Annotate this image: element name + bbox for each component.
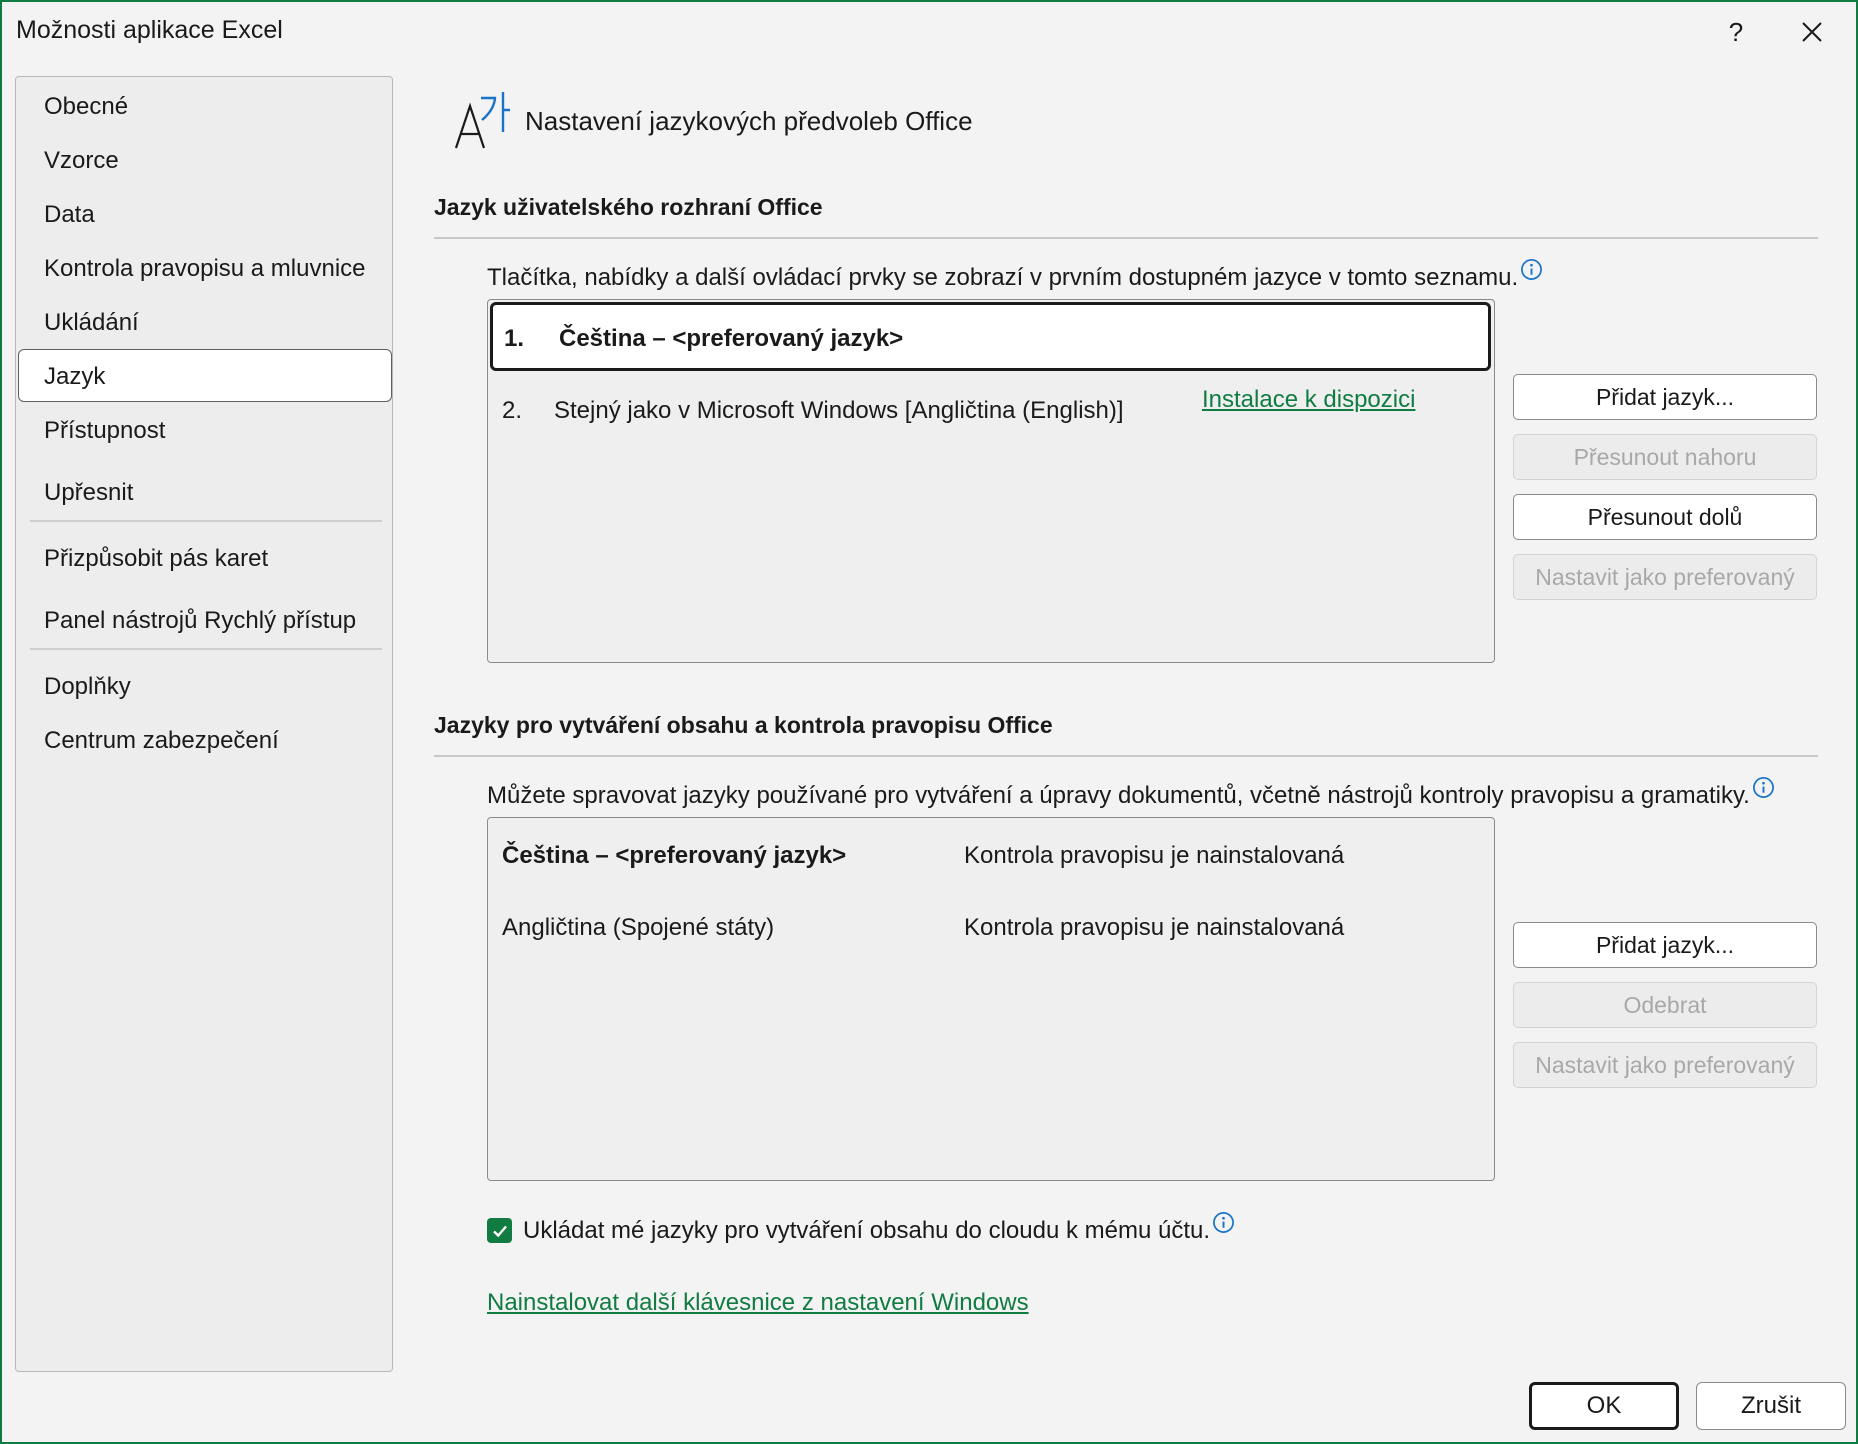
move-down-button[interactable]: Přesunout dolů (1513, 494, 1817, 540)
authoring-section-title: Jazyky pro vytváření obsahu a kontrola p… (434, 712, 1053, 738)
ui-language-description: Tlačítka, nabídky a další ovládací prvky… (487, 259, 1543, 292)
sidebar-item-addins[interactable]: Doplňky (44, 673, 131, 701)
list-item-label: Čeština – <preferovaný jazyk> (559, 325, 904, 352)
options-dialog: Možnosti aplikace Excel ? Obecné Vzorce … (0, 0, 1858, 1444)
sidebar-item-proofing[interactable]: Kontrola pravopisu a mluvnice (44, 255, 366, 283)
save-to-cloud-label-text[interactable]: Ukládat mé jazyky pro vytváření obsahu d… (523, 1217, 1210, 1244)
authoring-description-text: Můžete spravovat jazyky používané pro vy… (487, 782, 1750, 809)
options-sidebar: Obecné Vzorce Data Kontrola pravopisu a … (15, 76, 393, 1372)
save-to-cloud-checkbox[interactable] (487, 1218, 512, 1243)
section-divider (434, 755, 1818, 757)
authoring-language-list[interactable]: Čeština – <preferovaný jazyk> Kontrola p… (487, 817, 1495, 1181)
list-item-status: Kontrola pravopisu je nainstalovaná (964, 842, 1345, 869)
info-icon[interactable] (1752, 776, 1775, 799)
dialog-title: Možnosti aplikace Excel (16, 16, 283, 44)
set-ui-preferred-button[interactable]: Nastavit jako preferovaný (1513, 554, 1817, 600)
add-authoring-language-button[interactable]: Přidat jazyk... (1513, 922, 1817, 968)
language-icon (454, 92, 510, 149)
sidebar-item-customize-ribbon[interactable]: Přizpůsobit pás karet (44, 545, 268, 573)
list-item-status: Kontrola pravopisu je nainstalovaná (964, 914, 1345, 941)
install-available-link[interactable]: Instalace k dispozici (1202, 386, 1415, 414)
list-item[interactable]: 1. Čeština – <preferovaný jazyk> (490, 302, 1491, 371)
list-item-label[interactable]: Angličtina (Spojené státy) (502, 914, 774, 942)
remove-language-button[interactable]: Odebrat (1513, 982, 1817, 1028)
list-item-label[interactable]: Stejný jako v Microsoft Windows [Angličt… (554, 397, 1124, 425)
checkmark-icon (492, 1225, 507, 1237)
sidebar-item-accessibility[interactable]: Přístupnost (44, 417, 165, 445)
sidebar-item-general[interactable]: Obecné (44, 93, 128, 121)
close-icon (1802, 22, 1822, 42)
add-ui-language-button[interactable]: Přidat jazyk... (1513, 374, 1817, 420)
ui-language-section-title: Jazyk uživatelského rozhraní Office (434, 194, 823, 220)
close-button[interactable] (1782, 12, 1842, 52)
ui-language-description-text: Tlačítka, nabídky a další ovládací prvky… (487, 264, 1519, 291)
sidebar-divider (30, 648, 382, 650)
page-title: Nastavení jazykových předvoleb Office (525, 106, 973, 136)
install-keyboards-link[interactable]: Nainstalovat další klávesnice z nastaven… (487, 1289, 1029, 1317)
authoring-description: Můžete spravovat jazyky používané pro vy… (487, 777, 1775, 810)
cancel-button[interactable]: Zrušit (1696, 1382, 1846, 1430)
ok-button[interactable]: OK (1529, 1382, 1679, 1430)
help-button[interactable]: ? (1706, 12, 1766, 52)
sidebar-divider (30, 520, 382, 522)
sidebar-item-trust-center[interactable]: Centrum zabezpečení (44, 727, 279, 755)
sidebar-item-data[interactable]: Data (44, 201, 95, 229)
sidebar-item-save[interactable]: Ukládání (44, 309, 139, 337)
save-to-cloud-label: Ukládat mé jazyky pro vytváření obsahu d… (523, 1212, 1235, 1245)
ui-language-list[interactable]: 1. Čeština – <preferovaný jazyk> 2. Stej… (487, 299, 1495, 663)
set-authoring-preferred-button[interactable]: Nastavit jako preferovaný (1513, 1042, 1817, 1088)
sidebar-item-advanced[interactable]: Upřesnit (44, 479, 133, 507)
list-item-number: 2. (502, 397, 523, 424)
list-item-label[interactable]: Čeština – <preferovaný jazyk> (502, 842, 846, 870)
sidebar-item-quick-access-toolbar[interactable]: Panel nástrojů Rychlý přístup (44, 607, 356, 635)
move-up-button[interactable]: Přesunout nahoru (1513, 434, 1817, 480)
sidebar-item-language[interactable]: Jazyk (44, 363, 105, 391)
info-icon[interactable] (1520, 258, 1543, 281)
list-item-number: 1. (504, 325, 525, 352)
section-divider (434, 237, 1818, 239)
info-icon[interactable] (1212, 1211, 1235, 1234)
sidebar-item-formulas[interactable]: Vzorce (44, 147, 119, 175)
